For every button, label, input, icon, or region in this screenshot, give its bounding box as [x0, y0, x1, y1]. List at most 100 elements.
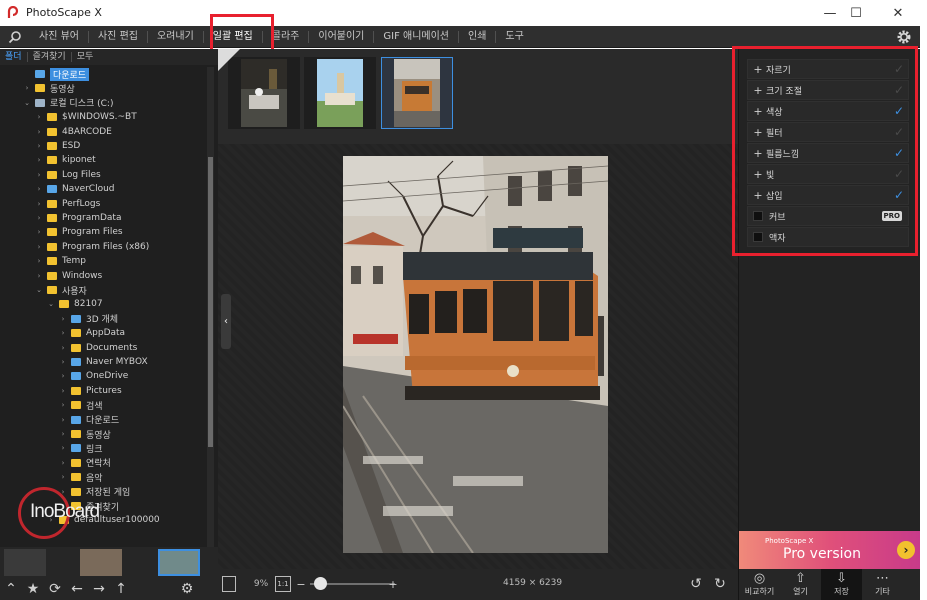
tree-expand-arrow-icon[interactable]: ›	[34, 272, 44, 280]
action-button-0[interactable]: ◎ 비교하기	[739, 569, 780, 600]
tree-expand-arrow-icon[interactable]: ›	[58, 430, 68, 438]
plus-icon[interactable]: +	[750, 168, 766, 181]
thumbnail[interactable]	[4, 549, 46, 576]
menu-tab-6[interactable]: GIF 애니메이션	[373, 31, 458, 43]
promo-arrow-icon[interactable]: ›	[897, 541, 915, 559]
folder-tab-1[interactable]: 즐겨찾기	[26, 52, 71, 62]
tool-item[interactable]: + 빛 ✓	[747, 164, 909, 184]
check-icon[interactable]: ✓	[890, 125, 908, 139]
folder-tab-0[interactable]: 폴더	[0, 52, 27, 62]
tree-item[interactable]: › 음악	[58, 470, 103, 484]
tree-item[interactable]: › Program Files	[34, 225, 123, 239]
close-button[interactable]: ✕	[886, 4, 910, 22]
menu-tab-2[interactable]: 오려내기	[146, 31, 203, 43]
action-button-1[interactable]: ⇧ 열기	[780, 569, 821, 600]
tree-item[interactable]: ⌄ 82107	[46, 297, 103, 311]
tree-item[interactable]: › Log Files	[34, 168, 101, 182]
tree-item[interactable]: › 3D 개체	[58, 312, 118, 326]
tree-item[interactable]: › Windows	[34, 269, 103, 283]
tree-expand-arrow-icon[interactable]: ⌄	[34, 286, 44, 294]
refresh-icon[interactable]: ⟳	[44, 578, 66, 600]
tree-item[interactable]: › 연락처	[58, 456, 111, 470]
tree-expand-arrow-icon[interactable]: ›	[34, 200, 44, 208]
tree-expand-arrow-icon[interactable]: ›	[34, 243, 44, 251]
tool-item[interactable]: + 크기 조절 ✓	[747, 80, 909, 100]
tree-expand-arrow-icon[interactable]: ›	[34, 228, 44, 236]
rotate-left-icon[interactable]: ↺	[688, 576, 704, 592]
preview-canvas[interactable]: ‹	[218, 144, 738, 569]
batch-thumbnail-3-selected[interactable]	[381, 57, 453, 129]
tree-expand-arrow-icon[interactable]: ›	[58, 416, 68, 424]
check-icon[interactable]: ✓	[890, 62, 908, 76]
menu-tab-5[interactable]: 이어붙이기	[308, 31, 373, 43]
tree-expand-arrow-icon[interactable]: ›	[58, 358, 68, 366]
tree-item[interactable]: › PerfLogs	[34, 197, 101, 211]
tree-item[interactable]: › 동영상	[58, 427, 111, 441]
tree-expand-arrow-icon[interactable]: ›	[58, 344, 68, 352]
check-icon[interactable]: ✓	[890, 188, 908, 202]
menu-tab-7[interactable]: 인쇄	[458, 31, 495, 43]
tree-expand-arrow-icon[interactable]: ›	[22, 84, 32, 92]
thumbnail-selected[interactable]	[158, 549, 200, 576]
tree-expand-arrow-icon[interactable]: ›	[34, 214, 44, 222]
tree-item[interactable]: › OneDrive	[58, 369, 129, 383]
menu-tab-3[interactable]: 일괄 편집	[202, 31, 262, 43]
back-arrow-icon[interactable]: ←	[66, 578, 88, 600]
tree-expand-arrow-icon[interactable]: ›	[34, 142, 44, 150]
tree-item[interactable]: › kiponet	[34, 153, 96, 167]
pro-version-banner[interactable]: PhotoScape X Pro version ›	[739, 531, 921, 569]
tree-expand-arrow-icon[interactable]: ⌄	[22, 99, 32, 107]
tree-item[interactable]: › NaverCloud	[34, 182, 115, 196]
tree-expand-arrow-icon[interactable]: ›	[34, 185, 44, 193]
scrollbar-thumb[interactable]	[208, 157, 213, 447]
tree-item[interactable]: ⌄ 로컬 디스크 (C:)	[22, 96, 113, 110]
thumbnail[interactable]	[80, 549, 122, 576]
tree-expand-arrow-icon[interactable]: ›	[58, 387, 68, 395]
menu-tab-4[interactable]: 콜라주	[261, 31, 309, 43]
plus-icon[interactable]: +	[750, 63, 766, 76]
plus-icon[interactable]: +	[750, 84, 766, 97]
split-view-icon[interactable]	[222, 576, 236, 592]
forward-arrow-icon[interactable]: →	[88, 578, 110, 600]
tree-item[interactable]: › Documents	[58, 341, 138, 355]
tree-expand-arrow-icon[interactable]: ›	[58, 444, 68, 452]
tree-item[interactable]: › Naver MYBOX	[58, 355, 148, 369]
tool-item[interactable]: + 삽입 ✓	[747, 185, 909, 205]
checkbox[interactable]	[753, 211, 763, 221]
tree-item[interactable]: › AppData	[58, 326, 125, 340]
check-icon[interactable]: ✓	[890, 146, 908, 160]
tree-item[interactable]: 다운로드	[22, 67, 90, 81]
folder-tree-scrollbar[interactable]	[207, 67, 214, 587]
tree-expand-arrow-icon[interactable]: ›	[34, 113, 44, 121]
check-icon[interactable]: ✓	[890, 167, 908, 181]
tree-item[interactable]: › Pictures	[58, 384, 122, 398]
check-icon[interactable]: ✓	[890, 104, 908, 118]
tree-expand-arrow-icon[interactable]: ›	[58, 459, 68, 467]
minimize-button[interactable]: —	[818, 4, 842, 22]
action-button-3[interactable]: ⋯ 기타	[862, 569, 903, 600]
menu-tab-1[interactable]: 사진 편집	[87, 31, 147, 43]
batch-thumbnail-2[interactable]	[304, 57, 376, 129]
tree-expand-arrow-icon[interactable]: ›	[34, 128, 44, 136]
zoom-in-icon[interactable]: +	[388, 576, 398, 592]
zoom-actual-size-button[interactable]: 1:1	[275, 576, 291, 592]
tool-item[interactable]: 커브 PRO	[747, 206, 909, 226]
action-button-2[interactable]: ⇩ 저장	[821, 569, 862, 600]
tree-item[interactable]: › Program Files (x86)	[34, 240, 150, 254]
tree-expand-arrow-icon[interactable]: ›	[34, 171, 44, 179]
folder-tab-2[interactable]: 모두	[70, 52, 99, 62]
tree-expand-arrow-icon[interactable]: ›	[58, 401, 68, 409]
tree-expand-arrow-icon[interactable]: ›	[58, 473, 68, 481]
zoom-slider-knob[interactable]	[314, 577, 327, 590]
settings-gear-icon[interactable]	[896, 29, 912, 45]
tree-item[interactable]: › 4BARCODE	[34, 125, 112, 139]
tool-item[interactable]: + 필름느낌 ✓	[747, 143, 909, 163]
rotate-right-icon[interactable]: ↻	[712, 576, 728, 592]
tree-expand-arrow-icon[interactable]: ›	[58, 372, 68, 380]
tree-item[interactable]: › $WINDOWS.~BT	[34, 110, 137, 124]
tree-item[interactable]: › 동영상	[22, 81, 75, 95]
plus-icon[interactable]: +	[750, 189, 766, 202]
favorite-star-icon[interactable]: ★	[22, 578, 44, 600]
tool-item[interactable]: + 색상 ✓	[747, 101, 909, 121]
left-settings-gear-icon[interactable]: ⚙	[176, 578, 198, 600]
